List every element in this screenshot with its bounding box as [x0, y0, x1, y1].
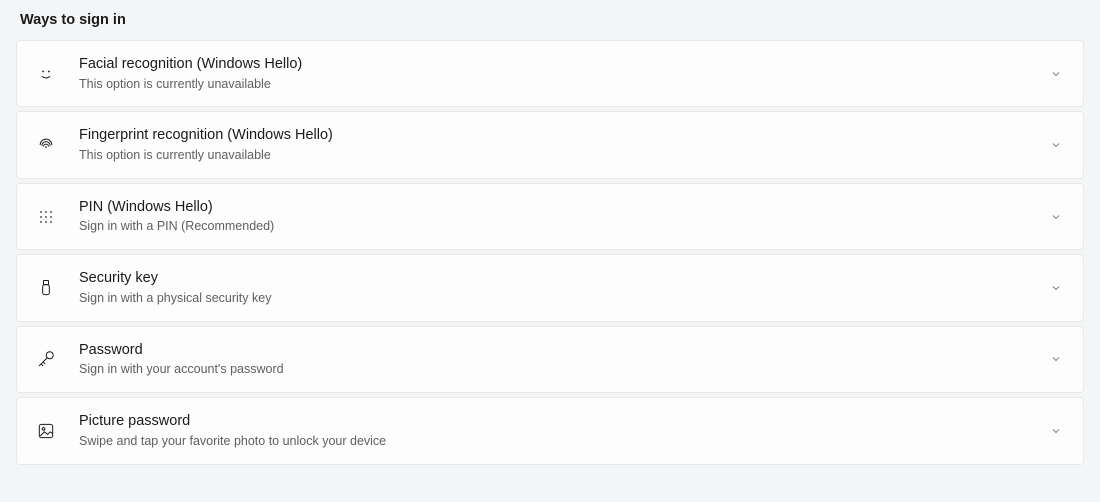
chevron-down-icon [1049, 281, 1063, 295]
option-password[interactable]: Password Sign in with your account's pas… [16, 326, 1084, 393]
option-title: Password [79, 341, 1049, 361]
chevron-down-icon [1049, 210, 1063, 224]
section-heading: Ways to sign in [16, 0, 1084, 40]
option-title: Fingerprint recognition (Windows Hello) [79, 126, 1049, 146]
option-title: Picture password [79, 412, 1049, 432]
option-text: Facial recognition (Windows Hello) This … [79, 55, 1049, 92]
option-subtitle: Sign in with your account's password [79, 361, 1049, 378]
chevron-down-icon [1049, 352, 1063, 366]
keypad-icon [35, 206, 57, 228]
option-security-key[interactable]: Security key Sign in with a physical sec… [16, 254, 1084, 321]
picture-icon [35, 420, 57, 442]
option-title: Security key [79, 269, 1049, 289]
option-subtitle: Sign in with a physical security key [79, 290, 1049, 307]
option-text: Picture password Swipe and tap your favo… [79, 412, 1049, 449]
chevron-down-icon [1049, 138, 1063, 152]
option-text: Security key Sign in with a physical sec… [79, 269, 1049, 306]
usb-key-icon [35, 277, 57, 299]
option-text: Password Sign in with your account's pas… [79, 341, 1049, 378]
chevron-down-icon [1049, 424, 1063, 438]
option-fingerprint[interactable]: Fingerprint recognition (Windows Hello) … [16, 111, 1084, 178]
option-text: Fingerprint recognition (Windows Hello) … [79, 126, 1049, 163]
option-title: PIN (Windows Hello) [79, 198, 1049, 218]
key-icon [35, 348, 57, 370]
option-subtitle: This option is currently unavailable [79, 76, 1049, 93]
option-facial-recognition[interactable]: Facial recognition (Windows Hello) This … [16, 40, 1084, 107]
fingerprint-icon [35, 134, 57, 156]
option-subtitle: Swipe and tap your favorite photo to unl… [79, 433, 1049, 450]
option-pin[interactable]: PIN (Windows Hello) Sign in with a PIN (… [16, 183, 1084, 250]
option-text: PIN (Windows Hello) Sign in with a PIN (… [79, 198, 1049, 235]
option-subtitle: This option is currently unavailable [79, 147, 1049, 164]
option-picture-password[interactable]: Picture password Swipe and tap your favo… [16, 397, 1084, 464]
option-subtitle: Sign in with a PIN (Recommended) [79, 218, 1049, 235]
chevron-down-icon [1049, 67, 1063, 81]
signin-options-section: Ways to sign in Facial recognition (Wind… [0, 0, 1100, 485]
face-icon [35, 63, 57, 85]
option-title: Facial recognition (Windows Hello) [79, 55, 1049, 75]
